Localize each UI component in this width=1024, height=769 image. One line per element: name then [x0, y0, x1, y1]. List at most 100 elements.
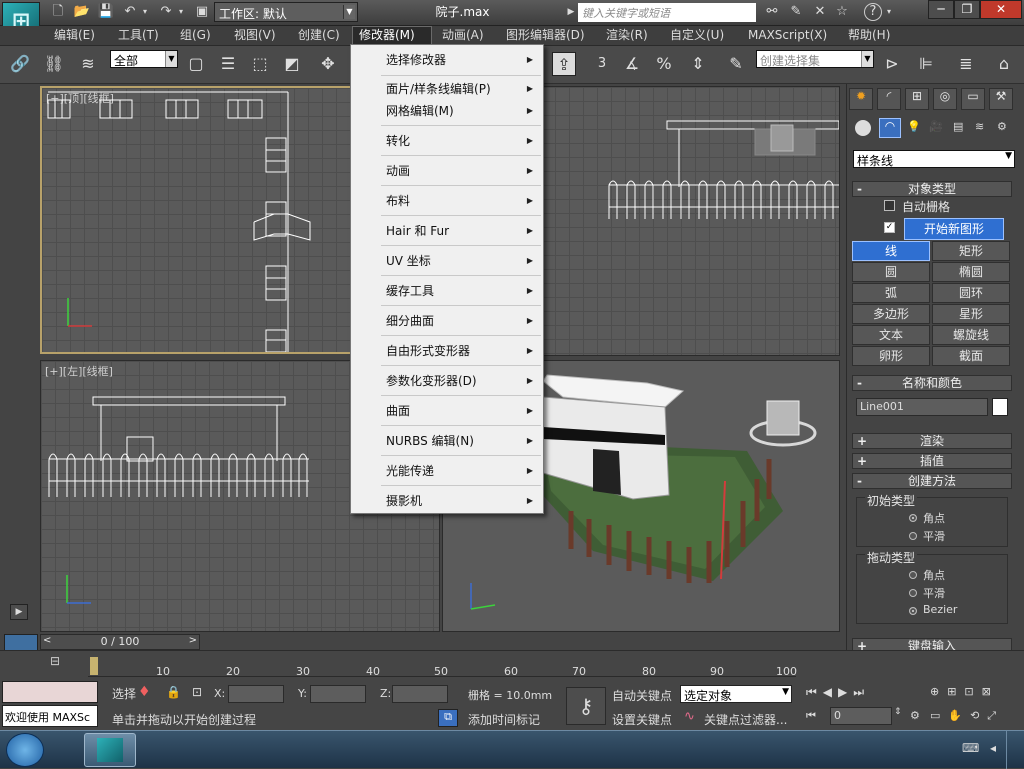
viewport-nav-pan-controls[interactable]: ▭✋⟲⤢	[930, 709, 1004, 723]
y-coordinate-input[interactable]	[310, 685, 366, 703]
start-button-icon[interactable]	[6, 733, 44, 767]
help-icon[interactable]: ?	[864, 3, 882, 21]
auto-key-button[interactable]: 自动关键点	[612, 687, 672, 704]
object-egg-button[interactable]: 卵形	[852, 346, 930, 366]
edit-named-selection-icon[interactable]: ✎	[724, 52, 748, 76]
create-tab-icon[interactable]: ✹	[849, 88, 873, 110]
x-coordinate-input[interactable]	[228, 685, 284, 703]
window-crossing-icon[interactable]: ◩	[280, 52, 304, 76]
key-filter-icon[interactable]: ∿	[684, 709, 695, 724]
menu-item-radiosity[interactable]: 光能传递 ▶	[351, 460, 543, 482]
search-input[interactable]: 键入关键字或短语	[578, 3, 756, 22]
object-line-button[interactable]: 线	[852, 241, 930, 261]
undo-dropdown-icon[interactable]: ▾	[140, 3, 150, 21]
menu-item-hair-fur[interactable]: Hair 和 Fur ▶	[351, 220, 543, 242]
open-file-icon[interactable]: 📂	[72, 3, 92, 21]
initial-smooth-radio[interactable]	[909, 532, 917, 540]
help-dropdown-icon[interactable]: ▾	[884, 3, 894, 21]
mirror-icon[interactable]: ⊳	[880, 52, 904, 76]
time-config-icon[interactable]: ⏮	[806, 709, 816, 723]
systems-icon[interactable]: ⚙	[997, 120, 1007, 133]
key-selection-select[interactable]: 选定对象 ▼	[680, 685, 792, 703]
taskbar-3dsmax-icon[interactable]	[84, 733, 136, 767]
add-time-tag-label[interactable]: 添加时间标记	[468, 711, 540, 728]
utilities-tab-icon[interactable]: ⚒	[989, 88, 1013, 110]
add-time-tag-icon[interactable]: ⧉	[438, 709, 458, 727]
isolate-selection-icon[interactable]: ♦	[138, 684, 151, 700]
communication-icon[interactable]: ✕	[810, 3, 830, 21]
viewport-nav-zoom-controls[interactable]: ⊕⊞⊡⊠	[930, 685, 999, 698]
redo-dropdown-icon[interactable]: ▾	[176, 3, 186, 21]
bind-space-warp-icon[interactable]: ≋	[76, 52, 100, 76]
rollout-object-type[interactable]: - 对象类型	[852, 181, 1012, 197]
key-selection-dropdown-icon[interactable]: ▼	[782, 687, 789, 697]
drag-smooth-radio[interactable]	[909, 589, 917, 597]
menu-item-mesh-editing[interactable]: 网格编辑(M) ▶	[351, 100, 543, 122]
select-move-icon[interactable]: ✥	[316, 52, 340, 76]
named-selection-dropdown-icon[interactable]: ▼	[861, 51, 873, 67]
menu-group[interactable]: 组(G)	[174, 26, 217, 46]
key-filters-button[interactable]: 关键点过滤器...	[704, 711, 787, 728]
workspace-dropdown-icon[interactable]: ▼	[343, 5, 355, 19]
menu-modifiers[interactable]: 修改器(M)	[352, 26, 432, 46]
curve-editor-icon[interactable]: ⌂	[992, 52, 1016, 76]
object-donut-button[interactable]: 圆环	[932, 283, 1010, 303]
category-select[interactable]: 样条线 ▼	[853, 150, 1015, 168]
space-warps-icon[interactable]: ≋	[975, 120, 984, 133]
geometry-icon[interactable]	[855, 120, 871, 136]
object-rectangle-button[interactable]: 矩形	[932, 241, 1010, 261]
playback-controls[interactable]: ⏮◀▶⏭	[806, 685, 870, 700]
menu-item-surface[interactable]: 曲面 ▶	[351, 400, 543, 422]
maxscript-listener-output[interactable]	[2, 681, 98, 703]
menu-customize[interactable]: 自定义(U)	[664, 26, 730, 46]
favorites-star-icon[interactable]: ☆	[832, 3, 852, 21]
select-link-icon[interactable]: 🔗	[8, 52, 32, 76]
workspace-select[interactable]: 工作区: 默认 ▼	[214, 2, 358, 22]
object-text-button[interactable]: 文本	[852, 325, 930, 345]
selection-lock-icon[interactable]: 🔒	[166, 685, 181, 699]
rollout-interpolation[interactable]: + 插值	[852, 453, 1012, 469]
named-selection-input[interactable]: 创建选择集 ▼	[756, 50, 874, 68]
rect-selection-region-icon[interactable]: ⬚	[248, 52, 272, 76]
tray-arrow-icon[interactable]: ◂	[990, 741, 996, 755]
drag-corner-radio[interactable]	[909, 571, 917, 579]
viewport-expand-icon[interactable]: ▶	[10, 604, 28, 620]
menu-rendering[interactable]: 渲染(R)	[600, 26, 654, 46]
snaps-toggle-icon[interactable]: 3	[590, 52, 614, 76]
keyboard-tray-icon[interactable]: ⌨	[962, 741, 979, 755]
track-bar[interactable]: 10 20 30 40 50 60 70 80 90 100	[88, 655, 797, 678]
layer-manager-icon[interactable]: ≣	[954, 52, 978, 76]
selection-filter-dropdown-icon[interactable]: ▼	[165, 51, 177, 67]
menu-maxscript[interactable]: MAXScript(X)	[742, 26, 833, 46]
angle-snap-icon[interactable]: ∡	[620, 52, 644, 76]
menu-animation[interactable]: 动画(A)	[436, 26, 490, 46]
menu-item-free-form-deformers[interactable]: 自由形式变形器 ▶	[351, 340, 543, 362]
redo-icon[interactable]: ↷	[156, 3, 176, 21]
rollout-rendering[interactable]: + 渲染	[852, 433, 1012, 449]
menu-tools[interactable]: 工具(T)	[112, 26, 165, 46]
object-star-button[interactable]: 星形	[932, 304, 1010, 324]
start-new-shape-checkbox[interactable]: ✓	[884, 222, 895, 233]
initial-corner-radio[interactable]	[909, 514, 917, 522]
rollout-creation-method[interactable]: - 创建方法	[852, 473, 1012, 489]
menu-item-patch-spline[interactable]: 面片/样条线编辑(P) ▶	[351, 78, 543, 100]
shapes-icon[interactable]: ◠	[879, 118, 901, 138]
category-dropdown-icon[interactable]: ▼	[1005, 151, 1012, 161]
track-bar-cursor[interactable]	[90, 657, 98, 675]
cameras-icon[interactable]: 🎥	[929, 120, 943, 133]
menu-item-conversion[interactable]: 转化 ▶	[351, 130, 543, 152]
start-new-shape-button[interactable]: 开始新图形	[904, 218, 1004, 240]
object-ellipse-button[interactable]: 椭圆	[932, 262, 1010, 282]
object-helix-button[interactable]: 螺旋线	[932, 325, 1010, 345]
object-arc-button[interactable]: 弧	[852, 283, 930, 303]
time-prev-icon[interactable]: <	[43, 635, 51, 646]
spinner-snap-icon[interactable]: ⇕	[686, 52, 710, 76]
binoculars-icon[interactable]: ⚯	[762, 3, 782, 21]
object-ngon-button[interactable]: 多边形	[852, 304, 930, 324]
search-arrow-icon[interactable]: ▶	[566, 3, 576, 21]
autogrid-checkbox[interactable]	[884, 200, 895, 211]
unlink-icon[interactable]: ⛓	[42, 52, 66, 76]
motion-tab-icon[interactable]: ◎	[933, 88, 957, 110]
menu-help[interactable]: 帮助(H)	[842, 26, 896, 46]
menu-item-select-modifiers[interactable]: 选择修改器 ▶	[351, 49, 543, 71]
